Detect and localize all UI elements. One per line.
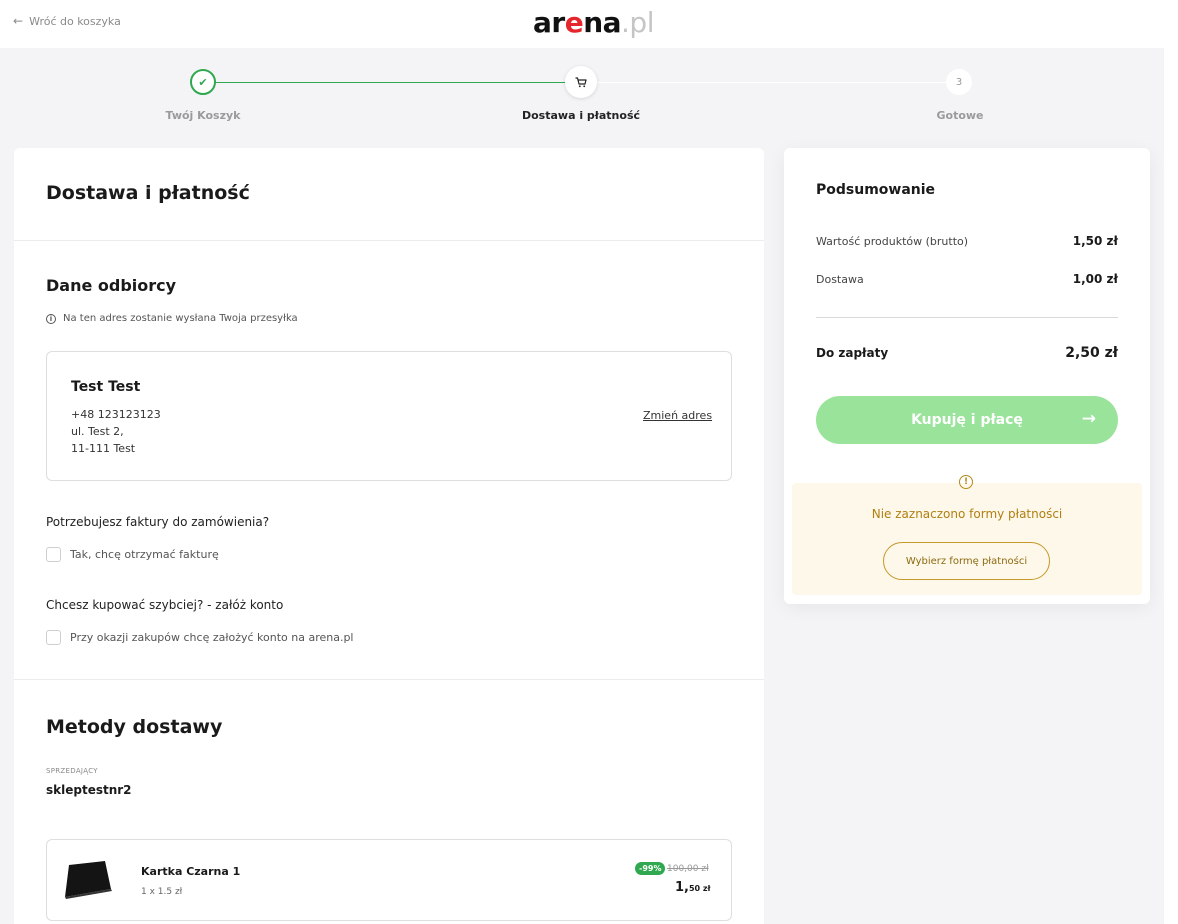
delivery-cost-label: Dostawa: [816, 272, 864, 286]
seller-label: SPRZEDAJĄCY: [46, 767, 98, 775]
account-question: Chcesz kupować szybciej? - załóż konto: [46, 598, 284, 612]
invoice-checkbox-row[interactable]: Tak, chcę otrzymać fakturę: [46, 547, 219, 562]
logo-part-na: na: [583, 6, 622, 39]
step-3-label: Gotowe: [936, 109, 984, 122]
logo-part-pl: .pl: [621, 6, 654, 39]
payment-warning-box: Nie zaznaczono formy płatności Wybierz f…: [792, 483, 1142, 595]
step-2-label: Dostawa i płatność: [521, 109, 641, 122]
invoice-question: Potrzebujesz faktury do zamówienia?: [46, 515, 270, 529]
divider: [14, 679, 764, 680]
recipient-street: ul. Test 2,: [71, 425, 124, 438]
products-value-row: Wartość produktów (brutto) 1,50 zł: [816, 234, 1118, 248]
logo-part-ar: ar: [533, 6, 565, 39]
buy-and-pay-button[interactable]: Kupuję i płacę →: [816, 396, 1118, 444]
change-address-link[interactable]: Zmień adres: [643, 409, 712, 422]
address-card: Test Test +48 123123123 ul. Test 2, 11-1…: [46, 351, 732, 481]
discount-badge: -99%: [635, 862, 666, 875]
step-1-check-icon[interactable]: ✔: [190, 69, 216, 95]
total-row: Do zapłaty 2,50 zł: [816, 345, 1118, 361]
products-value-label: Wartość produktów (brutto): [816, 234, 969, 248]
product-card: Kartka Czarna 1 1 x 1.5 zł -99% 100,00 z…: [46, 839, 732, 921]
total-label: Do zapłaty: [816, 346, 889, 360]
arrow-left-icon: ←: [13, 14, 24, 28]
old-price: 100,00 zł: [667, 864, 709, 874]
arrow-right-icon: →: [1081, 409, 1096, 429]
page-title: Dostawa i płatność: [46, 182, 250, 204]
seller-name: skleptestnr2: [46, 783, 132, 797]
delivery-payment-panel: Dostawa i płatność Dane odbiorcy i Na te…: [14, 148, 764, 924]
stepper-remaining-line: [581, 82, 959, 83]
price-main: 1,: [675, 880, 689, 895]
recipient-phone: +48 123123123: [71, 408, 161, 421]
product-thumbnail[interactable]: [55, 859, 119, 901]
step-2-cart-icon: [565, 66, 597, 98]
recipient-city: 11-111 Test: [71, 442, 136, 455]
logo-part-e: e: [564, 6, 584, 39]
total-amount: 2,50 zł: [1065, 345, 1118, 361]
top-bar: ← Wróć do koszyka ar e na .pl: [0, 0, 1178, 48]
price-rest: 50 zł: [688, 884, 711, 893]
shipping-title: Metody dostawy: [46, 716, 223, 738]
back-to-cart-link[interactable]: ← Wróć do koszyka: [13, 14, 121, 28]
order-summary-panel: Podsumowanie Wartość produktów (brutto) …: [784, 148, 1150, 604]
buy-button-label: Kupuję i płacę: [911, 412, 1023, 428]
recipient-info-text: Na ten adres zostanie wysłana Twoja prze…: [63, 313, 298, 324]
recipient-title: Dane odbiorcy: [46, 276, 177, 295]
products-value-amount: 1,50 zł: [1072, 234, 1118, 248]
product-price: 1,50 zł: [675, 880, 711, 895]
product-name[interactable]: Kartka Czarna 1: [141, 865, 240, 878]
invoice-checkbox-label[interactable]: Tak, chcę otrzymać fakturę: [70, 548, 219, 561]
recipient-info: i Na ten adres zostanie wysłana Twoja pr…: [46, 313, 298, 324]
summary-divider: [816, 317, 1118, 318]
back-to-cart-label: Wróć do koszyka: [29, 14, 121, 28]
recipient-name: Test Test: [71, 379, 141, 395]
step-1-label[interactable]: Twój Koszyk: [123, 109, 283, 122]
choose-payment-button[interactable]: Wybierz formę płatności: [883, 542, 1050, 580]
payment-warning-text: Nie zaznaczono formy płatności: [871, 507, 1063, 521]
divider: [14, 240, 764, 241]
delivery-cost-row: Dostawa 1,00 zł: [816, 272, 1118, 286]
account-checkbox-row[interactable]: Przy okazji zakupów chcę założyć konto n…: [46, 630, 354, 645]
info-icon: i: [46, 313, 56, 324]
invoice-checkbox[interactable]: [46, 547, 61, 562]
account-checkbox-label[interactable]: Przy okazji zakupów chcę założyć konto n…: [70, 631, 354, 644]
account-checkbox[interactable]: [46, 630, 61, 645]
summary-title: Podsumowanie: [816, 182, 936, 198]
delivery-cost-amount: 1,00 zł: [1072, 272, 1118, 286]
warning-icon: !: [959, 475, 973, 489]
product-quantity: 1 x 1.5 zł: [141, 887, 183, 897]
arena-logo[interactable]: ar e na .pl: [533, 6, 654, 40]
stepper-progress-line: [203, 82, 581, 83]
step-3-number: 3: [946, 69, 972, 95]
